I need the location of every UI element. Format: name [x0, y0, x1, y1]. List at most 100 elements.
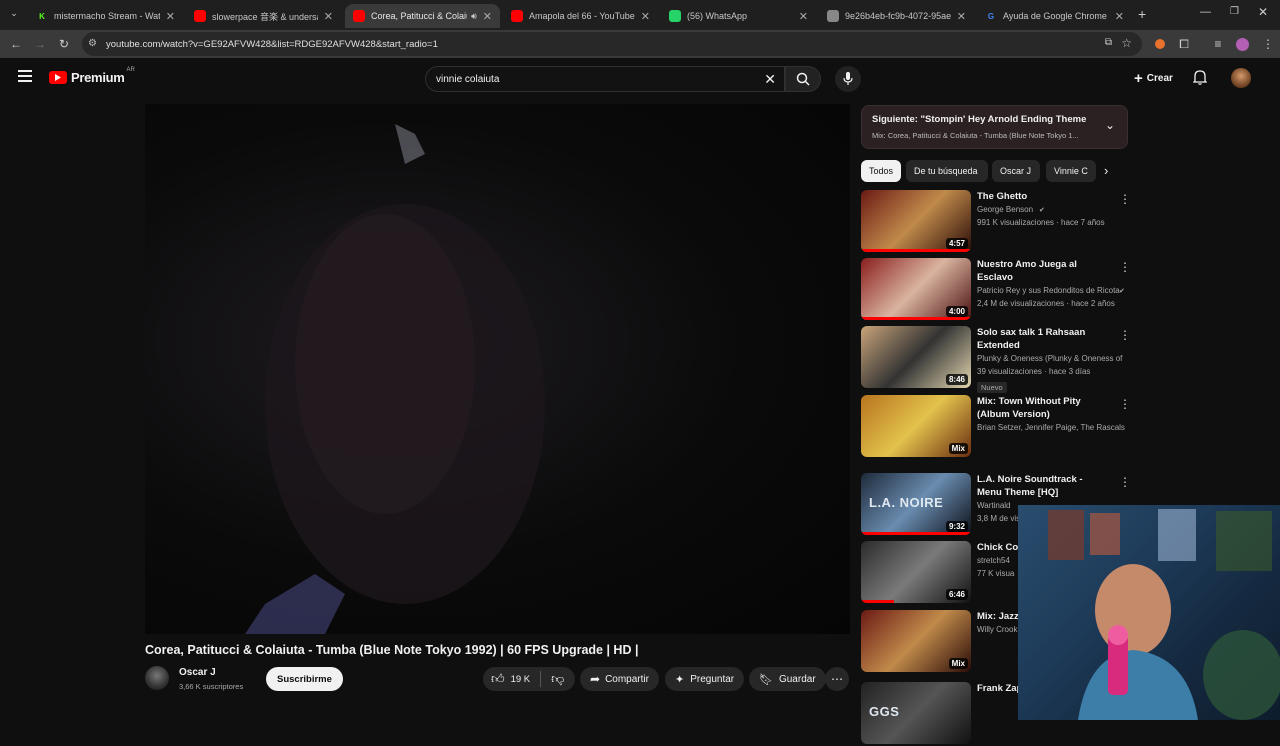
recommendation-channel: Brian Setzer, Jennifer Paige, The Rascal…: [977, 423, 1125, 432]
youtube-play-icon: [49, 71, 67, 84]
recommendation-channel: Plunky & Oneness (Plunky & Oneness of ..…: [977, 354, 1125, 363]
search-icon: [796, 72, 810, 86]
media-controls-icon[interactable]: ≡: [1210, 36, 1226, 52]
save-button[interactable]: 🔖︎ Guardar: [749, 667, 826, 691]
dislike-button[interactable]: 👎︎: [541, 671, 564, 687]
duration-badge: Mix: [948, 443, 968, 454]
chrome-menu-icon[interactable]: ⋮: [1260, 36, 1276, 52]
more-vert-icon[interactable]: ⋮: [1119, 260, 1131, 274]
video-thumbnail[interactable]: 4:00: [861, 258, 971, 320]
tab-audio-icon[interactable]: 🔊︎: [471, 11, 477, 22]
youtube-logo[interactable]: Premium AR: [49, 66, 135, 85]
recommendation-item[interactable]: 8:46 Solo sax talk 1 Rahsaan Extended Plun…: [861, 326, 1131, 393]
browser-tab[interactable]: 9e26b4eb-fc9b-4072-95ae-7f5 ✕: [819, 4, 974, 28]
search-button[interactable]: [785, 66, 821, 92]
filter-chip[interactable]: De tu búsqueda: [906, 160, 988, 182]
search-input[interactable]: vinnie colaiuta ✕: [425, 66, 785, 92]
video-thumbnail[interactable]: 4:57: [861, 190, 971, 252]
video-thumbnail[interactable]: L.A. NOIRE 9:32: [861, 473, 971, 535]
more-vert-icon[interactable]: ⋮: [1119, 475, 1131, 489]
tab-title: Amapola del 66 - YouTube: [529, 11, 635, 21]
video-thumbnail[interactable]: GGS: [861, 682, 971, 744]
site-info-icon[interactable]: ⚙: [88, 38, 97, 49]
browser-tab[interactable]: G Ayuda de Google Chrome ✕: [977, 4, 1132, 28]
video-thumbnail[interactable]: 6:46: [861, 541, 971, 603]
forward-icon[interactable]: →: [32, 36, 48, 52]
extensions-puzzle-icon[interactable]: ⧠: [1176, 36, 1192, 52]
recommendation-meta: 2,4 M de visualizaciones · hace 2 años: [977, 299, 1115, 308]
minimize-button[interactable]: —: [1200, 6, 1211, 18]
video-thumbnail[interactable]: 8:46: [861, 326, 971, 388]
browser-tab[interactable]: Amapola del 66 - YouTube ✕: [503, 4, 658, 28]
logo-region: AR: [126, 66, 135, 73]
up-next-subtitle: Mix: Corea, Patitucci & Colaiuta - Tumba…: [872, 131, 1079, 140]
tab-search-dropdown[interactable]: ⌄: [6, 8, 22, 22]
more-vert-icon[interactable]: ⋮: [1119, 192, 1131, 206]
video-thumbnail[interactable]: Mix: [861, 610, 971, 672]
share-button[interactable]: ➦ Compartir: [580, 667, 659, 691]
chips-next-icon[interactable]: ›: [1104, 163, 1108, 178]
browser-tab[interactable]: Corea, Patitucci & Colaiuta 🔊︎ ✕: [345, 4, 500, 28]
duration-badge: 8:46: [945, 374, 968, 385]
tab-favicon-icon: [827, 10, 839, 22]
chevron-down-icon[interactable]: ⌄: [1105, 118, 1115, 132]
like-count: 19 K: [510, 673, 531, 685]
tab-close-icon[interactable]: ✕: [957, 10, 966, 23]
recommendation-item[interactable]: 4:57 The Ghetto George Benson ✔ 991 K visual…: [861, 190, 1131, 254]
account-avatar[interactable]: [1231, 68, 1251, 88]
address-bar[interactable]: ⚙ youtube.com/watch?v=GE92AFVW428&list=R…: [82, 32, 1142, 56]
maximize-button[interactable]: ❐: [1230, 6, 1239, 17]
browser-tab-strip: ⌄ Kmistermacho Stream - Watch Li✕slowerp…: [0, 0, 1280, 30]
clear-search-icon[interactable]: ✕: [764, 71, 776, 88]
reload-icon[interactable]: ↻: [56, 36, 72, 52]
filter-chip[interactable]: Todos: [861, 160, 901, 182]
tab-close-icon[interactable]: ✕: [324, 10, 333, 23]
channel-name[interactable]: Oscar J: [179, 667, 216, 678]
recommendation-item[interactable]: 4:00 Nuestro Amo Juega al Esclavo Patricio…: [861, 258, 1131, 322]
save-label: Guardar: [778, 673, 816, 685]
create-button[interactable]: + Crear: [1128, 67, 1179, 89]
recommendation-item[interactable]: Mix Mix: Town Without Pity (Album Version…: [861, 395, 1131, 459]
more-vert-icon[interactable]: ⋮: [1119, 328, 1131, 342]
duration-badge: 4:00: [945, 306, 968, 317]
video-thumbnail[interactable]: Mix: [861, 395, 971, 457]
channel-avatar[interactable]: [145, 666, 169, 690]
share-label: Compartir: [605, 673, 649, 685]
browser-tab[interactable]: Kmistermacho Stream - Watch Li ✕: [28, 4, 183, 28]
browser-tab[interactable]: slowerpace 音楽 & undersale: ✕: [186, 4, 341, 28]
voice-search-button[interactable]: [835, 66, 861, 92]
extension-icon[interactable]: [1152, 36, 1168, 52]
tab-title: Ayuda de Google Chrome: [1003, 11, 1107, 21]
tab-close-icon[interactable]: ✕: [1115, 10, 1124, 23]
back-icon[interactable]: ←: [8, 36, 24, 52]
recommendation-title: The Ghetto: [977, 191, 1028, 202]
like-button[interactable]: 👍︎ 19 K: [483, 671, 530, 687]
tab-close-icon[interactable]: ✕: [166, 10, 175, 23]
notifications-bell-icon[interactable]: [1193, 69, 1207, 85]
up-next-panel[interactable]: Siguiente: "Stompin' Hey Arnold Ending T…: [861, 105, 1128, 149]
tab-close-icon[interactable]: ✕: [641, 10, 650, 23]
bookmark-star-icon[interactable]: ☆: [1121, 36, 1132, 50]
tab-favicon-icon: K: [39, 11, 45, 21]
tab-title: slowerpace 音楽 & undersale:: [212, 11, 318, 22]
filter-chip[interactable]: Oscar J: [992, 160, 1040, 182]
url-text: youtube.com/watch?v=GE92AFVW428&list=RDG…: [106, 38, 438, 50]
install-app-icon[interactable]: ⧉: [1105, 37, 1112, 48]
browser-tab[interactable]: (56) WhatsApp ✕: [661, 4, 816, 28]
plus-icon: +: [1134, 69, 1143, 87]
ask-button[interactable]: ✦ Preguntar: [665, 667, 745, 691]
recommendation-channel: Patricio Rey y sus Redonditos de Ricota: [977, 286, 1120, 295]
video-player[interactable]: [145, 104, 850, 634]
new-tab-button[interactable]: +: [1138, 6, 1152, 22]
more-vert-icon[interactable]: ⋮: [1119, 397, 1131, 411]
close-window-button[interactable]: ✕: [1258, 5, 1268, 19]
profile-avatar-icon[interactable]: [1234, 36, 1250, 52]
logo-text: Premium: [71, 70, 125, 85]
duration-badge: 4:57: [945, 238, 968, 249]
subscribe-button[interactable]: Suscribirme: [266, 667, 343, 691]
filter-chip[interactable]: Vinnie C: [1046, 160, 1096, 182]
tab-close-icon[interactable]: ✕: [799, 10, 808, 23]
hamburger-menu-icon[interactable]: [18, 70, 32, 82]
tab-close-icon[interactable]: ✕: [483, 10, 492, 23]
more-actions-button[interactable]: ⋯: [825, 667, 849, 691]
